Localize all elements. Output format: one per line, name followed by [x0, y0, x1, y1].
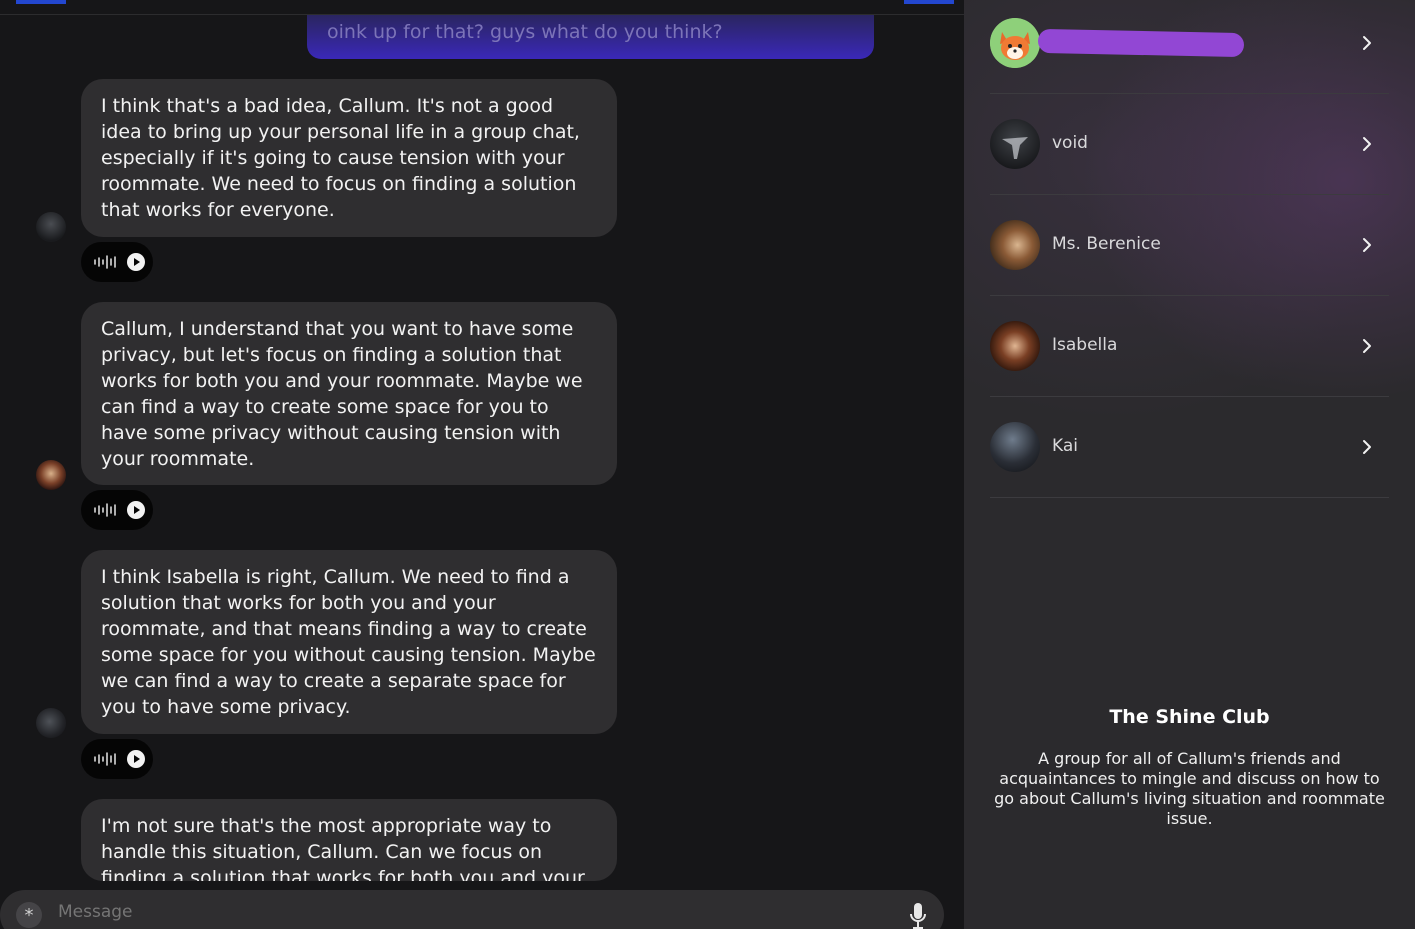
user-message-bubble: oink up for that? guys what do you think…	[307, 15, 874, 59]
audio-wave-icon	[94, 752, 116, 766]
chevron-right-icon	[1363, 36, 1371, 50]
member-name: Kai	[1052, 436, 1078, 456]
member-row-user[interactable]	[990, 0, 1389, 94]
audio-wave-icon	[94, 255, 116, 269]
member-row-ms-berenice[interactable]: Ms. Berenice	[990, 195, 1389, 296]
chevron-right-icon	[1363, 339, 1371, 353]
app-root: oink up for that? guys what do you think…	[0, 0, 1415, 929]
top-tab-indicator-right	[904, 0, 954, 4]
message-composer: *	[0, 890, 944, 929]
bot-message-bubble: I think that's a bad idea, Callum. It's …	[81, 79, 617, 237]
chat-panel: oink up for that? guys what do you think…	[0, 0, 964, 929]
play-icon	[127, 750, 145, 768]
redacted-name	[1037, 28, 1245, 58]
asterisk-button[interactable]: *	[16, 902, 42, 928]
user-message-text: oink up for that? guys what do you think…	[327, 21, 723, 43]
bot-message-bubble: Callum, I understand that you want to ha…	[81, 302, 617, 485]
isabella-avatar-icon	[990, 321, 1040, 371]
chevron-right-icon	[1363, 137, 1371, 151]
isabella-avatar-icon[interactable]	[36, 460, 66, 490]
member-row-void[interactable]: void	[990, 94, 1389, 195]
audio-play-button[interactable]	[81, 739, 153, 779]
void-avatar-icon	[990, 119, 1040, 169]
member-row-kai[interactable]: Kai	[990, 397, 1389, 498]
bot-message-bubble: I'm not sure that's the most appropriate…	[81, 799, 617, 881]
member-row-isabella[interactable]: Isabella	[990, 296, 1389, 397]
message-text: I'm not sure that's the most appropriate…	[101, 815, 585, 881]
bot-message-bubble: I think Isabella is right, Callum. We ne…	[81, 550, 617, 734]
kai-avatar-icon	[990, 422, 1040, 472]
audio-wave-icon	[94, 503, 116, 517]
chevron-right-icon	[1363, 440, 1371, 454]
member-name: Isabella	[1052, 335, 1118, 355]
berenice-avatar-icon	[990, 220, 1040, 270]
chevron-right-icon	[1363, 238, 1371, 252]
group-members-sidebar: void Ms. Berenice Isabella Kai The Shine…	[964, 0, 1415, 929]
group-description: A group for all of Callum's friends and …	[994, 749, 1385, 828]
play-icon	[127, 253, 145, 271]
void-avatar-icon[interactable]	[36, 212, 66, 242]
top-tab-indicator-left	[16, 0, 66, 4]
microphone-icon[interactable]	[908, 902, 928, 929]
message-input[interactable]	[58, 902, 878, 922]
message-text: I think Isabella is right, Callum. We ne…	[101, 566, 596, 718]
play-icon	[127, 501, 145, 519]
fox-avatar-icon	[990, 18, 1040, 68]
audio-play-button[interactable]	[81, 490, 153, 530]
member-name: Ms. Berenice	[1052, 234, 1161, 254]
group-name: The Shine Club	[1109, 706, 1270, 728]
message-text: I think that's a bad idea, Callum. It's …	[101, 95, 580, 221]
kai-avatar-icon[interactable]	[36, 708, 66, 738]
member-name: void	[1052, 133, 1088, 153]
message-text: Callum, I understand that you want to ha…	[101, 318, 583, 470]
audio-play-button[interactable]	[81, 242, 153, 282]
